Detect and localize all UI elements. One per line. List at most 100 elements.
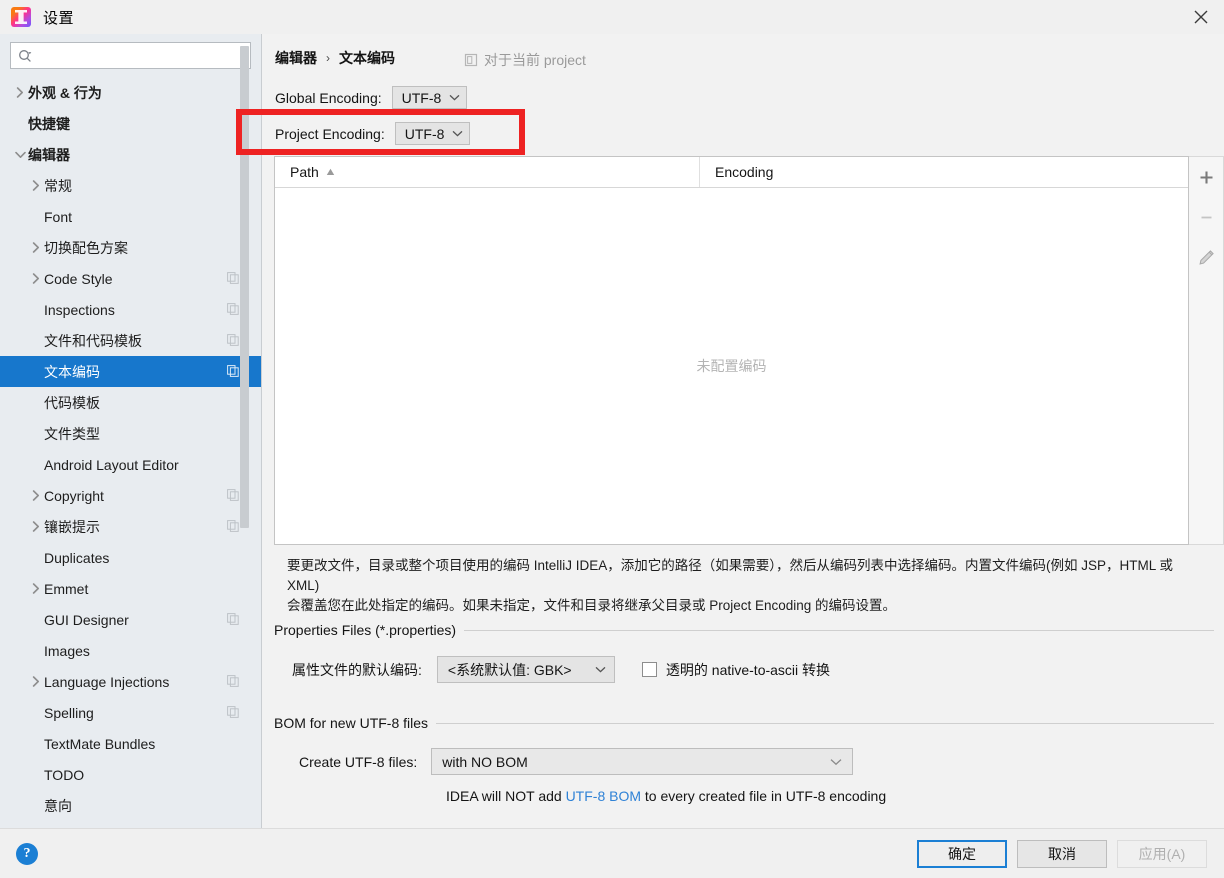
sidebar-item-22[interactable]: TODO (0, 759, 261, 790)
sidebar-item-17[interactable]: GUI Designer (0, 604, 261, 635)
sidebar-item-7[interactable]: Inspections (0, 294, 261, 325)
copy-settings-icon[interactable] (227, 519, 239, 535)
sidebar-item-label: 常规 (44, 177, 72, 194)
breadcrumb: 编辑器 › 文本编码 (275, 48, 395, 68)
sidebar-item-23[interactable]: 意向 (0, 790, 261, 821)
sidebar-scrollbar-thumb[interactable] (240, 46, 249, 528)
sidebar-item-label: 文件类型 (44, 425, 100, 442)
properties-encoding-combo[interactable]: <系统默认值: GBK> (436, 656, 615, 683)
bom-section: BOM for new UTF-8 files Create UTF-8 fil… (274, 715, 1214, 804)
column-header-path[interactable]: Path (275, 157, 700, 187)
sidebar-item-14[interactable]: 镶嵌提示 (0, 511, 261, 542)
sidebar-item-label: Copyright (44, 487, 104, 504)
bom-create-combo[interactable]: with NO BOM (431, 748, 854, 775)
help-button[interactable]: ? (16, 843, 38, 865)
sidebar-item-19[interactable]: Language Injections (0, 666, 261, 697)
sidebar-item-label: 快捷键 (28, 115, 70, 132)
native-to-ascii-checkbox-row[interactable]: 透明的 native-to-ascii 转换 (641, 660, 831, 680)
chevron-right-icon[interactable] (28, 521, 44, 532)
global-encoding-combo[interactable]: UTF-8 (391, 86, 468, 109)
sidebar-item-label: Images (44, 642, 90, 659)
pencil-icon (1198, 249, 1214, 265)
copy-settings-icon[interactable] (227, 705, 239, 721)
edit-button[interactable] (1194, 245, 1218, 269)
sidebar-item-20[interactable]: Spelling (0, 697, 261, 728)
sidebar-item-12[interactable]: Android Layout Editor (0, 449, 261, 480)
copy-settings-icon[interactable] (227, 674, 239, 690)
project-encoding-label: Project Encoding: (275, 125, 385, 142)
copy-settings-icon (227, 333, 239, 346)
copy-settings-icon[interactable] (227, 364, 239, 380)
plus-icon (1200, 171, 1212, 183)
project-encoding-combo[interactable]: UTF-8 (394, 122, 471, 145)
sidebar-scrollbar-track[interactable] (240, 40, 255, 778)
sidebar-item-label: Emmet (44, 580, 89, 597)
copy-settings-icon[interactable] (227, 488, 239, 504)
copy-settings-icon[interactable] (227, 271, 239, 287)
sidebar-item-0[interactable]: 外观 & 行为 (0, 77, 261, 108)
chevron-down-icon[interactable] (12, 151, 28, 159)
sidebar-item-label: Inspections (44, 301, 115, 318)
sidebar-item-2[interactable]: 编辑器 (0, 139, 261, 170)
encoding-description: 要更改文件，目录或整个项目使用的编码 IntelliJ IDEA，添加它的路径（… (287, 556, 1207, 616)
chevron-right-icon[interactable] (28, 273, 44, 284)
bom-hint-link[interactable]: UTF-8 BOM (566, 788, 641, 804)
global-encoding-value: UTF-8 (401, 89, 442, 106)
sidebar-item-21[interactable]: TextMate Bundles (0, 728, 261, 759)
bom-create-label: Create UTF-8 files: (299, 753, 418, 770)
sidebar-item-11[interactable]: 文件类型 (0, 418, 261, 449)
table-empty-text: 未配置编码 (696, 358, 767, 374)
copy-settings-icon[interactable] (227, 302, 239, 318)
project-encoding-row: Project Encoding: UTF-8 (275, 122, 471, 145)
ok-button-label: 确定 (948, 846, 976, 862)
section-divider (464, 629, 1214, 631)
chevron-right-icon (32, 583, 39, 594)
sidebar-item-6[interactable]: Code Style (0, 263, 261, 294)
cancel-button[interactable]: 取消 (1017, 840, 1107, 868)
chevron-right-icon[interactable] (28, 490, 44, 501)
remove-button[interactable] (1194, 205, 1218, 229)
native-to-ascii-checkbox[interactable] (641, 662, 657, 677)
project-scope-icon (464, 53, 478, 67)
chevron-right-icon (32, 676, 39, 687)
chevron-right-icon[interactable] (12, 87, 28, 98)
main-panel: 编辑器 › 文本编码 对于当前 project Global Encoding:… (236, 34, 1224, 828)
search-box[interactable] (10, 42, 251, 69)
chevron-right-icon[interactable] (28, 242, 44, 253)
column-header-encoding[interactable]: Encoding (700, 157, 1188, 187)
chevron-right-icon[interactable] (28, 583, 44, 594)
sidebar-item-8[interactable]: 文件和代码模板 (0, 325, 261, 356)
table-toolbar (1189, 156, 1224, 545)
sidebar-item-15[interactable]: Duplicates (0, 542, 261, 573)
ok-button[interactable]: 确定 (917, 840, 1007, 868)
add-button[interactable] (1194, 165, 1218, 189)
copy-settings-icon[interactable] (227, 612, 239, 628)
copy-settings-icon (227, 519, 239, 532)
close-button[interactable] (1178, 0, 1224, 34)
sidebar-item-13[interactable]: Copyright (0, 480, 261, 511)
sidebar-item-16[interactable]: Emmet (0, 573, 261, 604)
sidebar-item-label: 切换配色方案 (44, 239, 128, 256)
copy-settings-icon[interactable] (227, 333, 239, 349)
encoding-table: Path Encoding 未配置编码 (274, 156, 1189, 545)
chevron-right-icon[interactable] (28, 676, 44, 687)
sidebar-item-18[interactable]: Images (0, 635, 261, 666)
sidebar-item-5[interactable]: 切换配色方案 (0, 232, 261, 263)
help-icon: ? (23, 846, 31, 861)
sidebar-item-10[interactable]: 代码模板 (0, 387, 261, 418)
sidebar-item-label: Android Layout Editor (44, 456, 179, 473)
sidebar-item-4[interactable]: Font (0, 201, 261, 232)
chevron-down-icon (595, 666, 606, 673)
sidebar-item-3[interactable]: 常规 (0, 170, 261, 201)
native-to-ascii-label: 透明的 native-to-ascii 转换 (665, 661, 831, 678)
breadcrumb-parent[interactable]: 编辑器 (275, 48, 317, 68)
bom-create-value: with NO BOM (442, 753, 528, 770)
dialog-footer: ? 确定 取消 应用(A) (0, 828, 1224, 878)
sidebar-item-9[interactable]: 文本编码 (0, 356, 261, 387)
sidebar-item-1[interactable]: 快捷键 (0, 108, 261, 139)
chevron-right-icon[interactable] (28, 180, 44, 191)
chevron-down-icon (830, 758, 842, 765)
search-input[interactable] (33, 44, 250, 67)
close-icon (1194, 10, 1208, 24)
sidebar-item-label: Code Style (44, 270, 113, 287)
